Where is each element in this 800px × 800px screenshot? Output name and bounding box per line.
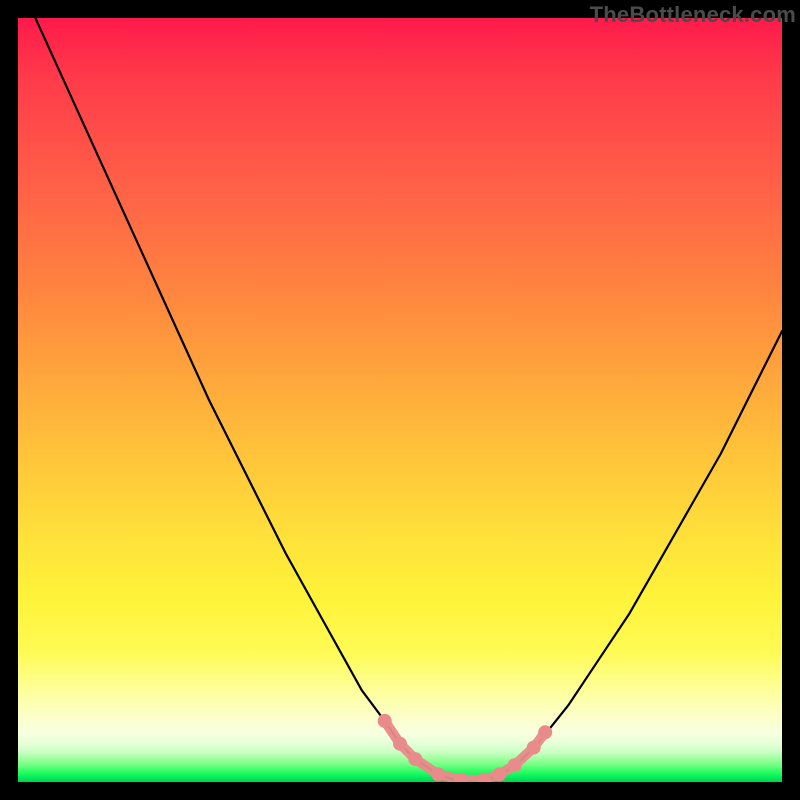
bottleneck-curve	[18, 18, 782, 782]
curve-layer	[18, 18, 782, 782]
plot-area	[18, 18, 782, 782]
chart-frame: TheBottleneck.com	[0, 0, 800, 800]
optimal-range-markers	[378, 714, 553, 782]
